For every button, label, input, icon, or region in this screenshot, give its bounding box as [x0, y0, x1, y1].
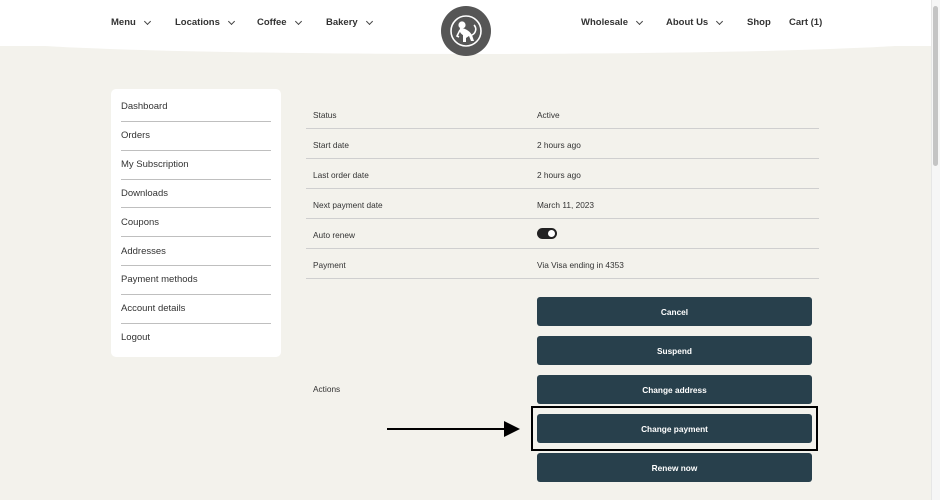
monkey-logo-icon[interactable] [441, 6, 491, 56]
arrow-right-icon [504, 421, 520, 437]
nav-menu-label: Menu [111, 17, 136, 28]
sidebar-item-label: Coupons [121, 216, 160, 228]
sidebar-item-label: Payment methods [121, 274, 198, 286]
nav-shop[interactable]: Shop [747, 17, 771, 28]
sidebar-item-downloads[interactable]: Downloads [121, 180, 271, 209]
detail-row-auto-renew: Auto renew [306, 219, 819, 249]
next-payment-date-value: March 11, 2023 [537, 200, 595, 210]
chevron-down-icon [143, 17, 151, 25]
detail-row-status: Status Active [306, 99, 819, 129]
chevron-down-icon [716, 17, 724, 25]
highlight-box [531, 406, 818, 451]
nav-about-us-label: About Us [666, 17, 709, 28]
actions-label: Actions [313, 384, 341, 394]
sidebar-item-label: Account details [121, 303, 186, 315]
detail-row-start-date: Start date 2 hours ago [306, 129, 819, 159]
nav-about-us[interactable]: About Us [666, 17, 724, 28]
scrollbar-thumb[interactable] [933, 6, 938, 166]
sidebar-item-addresses[interactable]: Addresses [121, 237, 271, 266]
sidebar-item-label: Downloads [121, 187, 168, 199]
nav-shop-label: Shop [747, 17, 771, 28]
chevron-down-icon [227, 17, 235, 25]
detail-label: Status [313, 110, 337, 120]
sidebar-item-logout[interactable]: Logout [121, 324, 271, 353]
chevron-down-icon [294, 17, 302, 25]
nav-wholesale-label: Wholesale [581, 17, 628, 28]
sidebar-item-account-details[interactable]: Account details [121, 295, 271, 324]
payment-value: Via Visa ending in 4353 [537, 260, 624, 270]
nav-coffee[interactable]: Coffee [257, 17, 302, 28]
detail-label: Auto renew [313, 230, 355, 240]
nav-cart[interactable]: Cart (1) [789, 17, 822, 28]
nav-bakery[interactable]: Bakery [326, 17, 373, 28]
sidebar-item-label: Addresses [121, 245, 166, 257]
detail-row-next-payment-date: Next payment date March 11, 2023 [306, 189, 819, 219]
sidebar-item-coupons[interactable]: Coupons [121, 208, 271, 238]
nav-bakery-label: Bakery [326, 17, 358, 28]
chevron-down-icon [365, 17, 373, 25]
detail-label: Last order date [313, 170, 369, 180]
auto-renew-toggle[interactable] [537, 228, 557, 239]
sidebar-item-my-subscription[interactable]: My Subscription [121, 151, 271, 180]
nav-menu[interactable]: Menu [111, 17, 151, 28]
scrollbar[interactable] [931, 0, 940, 500]
sidebar-item-label: Dashboard [121, 101, 168, 112]
sidebar-item-label: Logout [121, 332, 151, 344]
sidebar-item-dashboard[interactable]: Dashboard [121, 89, 271, 122]
arrow-line [387, 428, 505, 430]
sidebar-item-label: Orders [121, 130, 151, 142]
detail-row-last-order-date: Last order date 2 hours ago [306, 159, 819, 189]
renew-now-button[interactable]: Renew now [537, 453, 812, 482]
cancel-button[interactable]: Cancel [537, 297, 812, 326]
start-date-value: 2 hours ago [537, 140, 581, 150]
detail-label: Payment [313, 260, 346, 270]
detail-label: Next payment date [313, 200, 383, 210]
sidebar-item-orders[interactable]: Orders [121, 122, 271, 151]
change-address-button[interactable]: Change address [537, 375, 812, 404]
nav-coffee-label: Coffee [257, 17, 287, 28]
detail-row-payment: Payment Via Visa ending in 4353 [306, 249, 819, 279]
sidebar-item-payment-methods[interactable]: Payment methods [121, 266, 271, 295]
sidebar-item-label: My Subscription [121, 159, 189, 171]
nav-cart-label: Cart (1) [789, 17, 823, 28]
toggle-knob [548, 230, 555, 237]
last-order-date-value: 2 hours ago [537, 170, 581, 180]
nav-locations-label: Locations [175, 17, 220, 28]
nav-wholesale[interactable]: Wholesale [581, 17, 644, 28]
status-value: Active [537, 110, 560, 120]
account-sidebar: Dashboard Orders My Subscription Downloa… [111, 89, 281, 357]
chevron-down-icon [635, 17, 644, 25]
detail-label: Start date [313, 140, 349, 150]
suspend-button[interactable]: Suspend [537, 336, 812, 365]
nav-locations[interactable]: Locations [175, 17, 235, 28]
